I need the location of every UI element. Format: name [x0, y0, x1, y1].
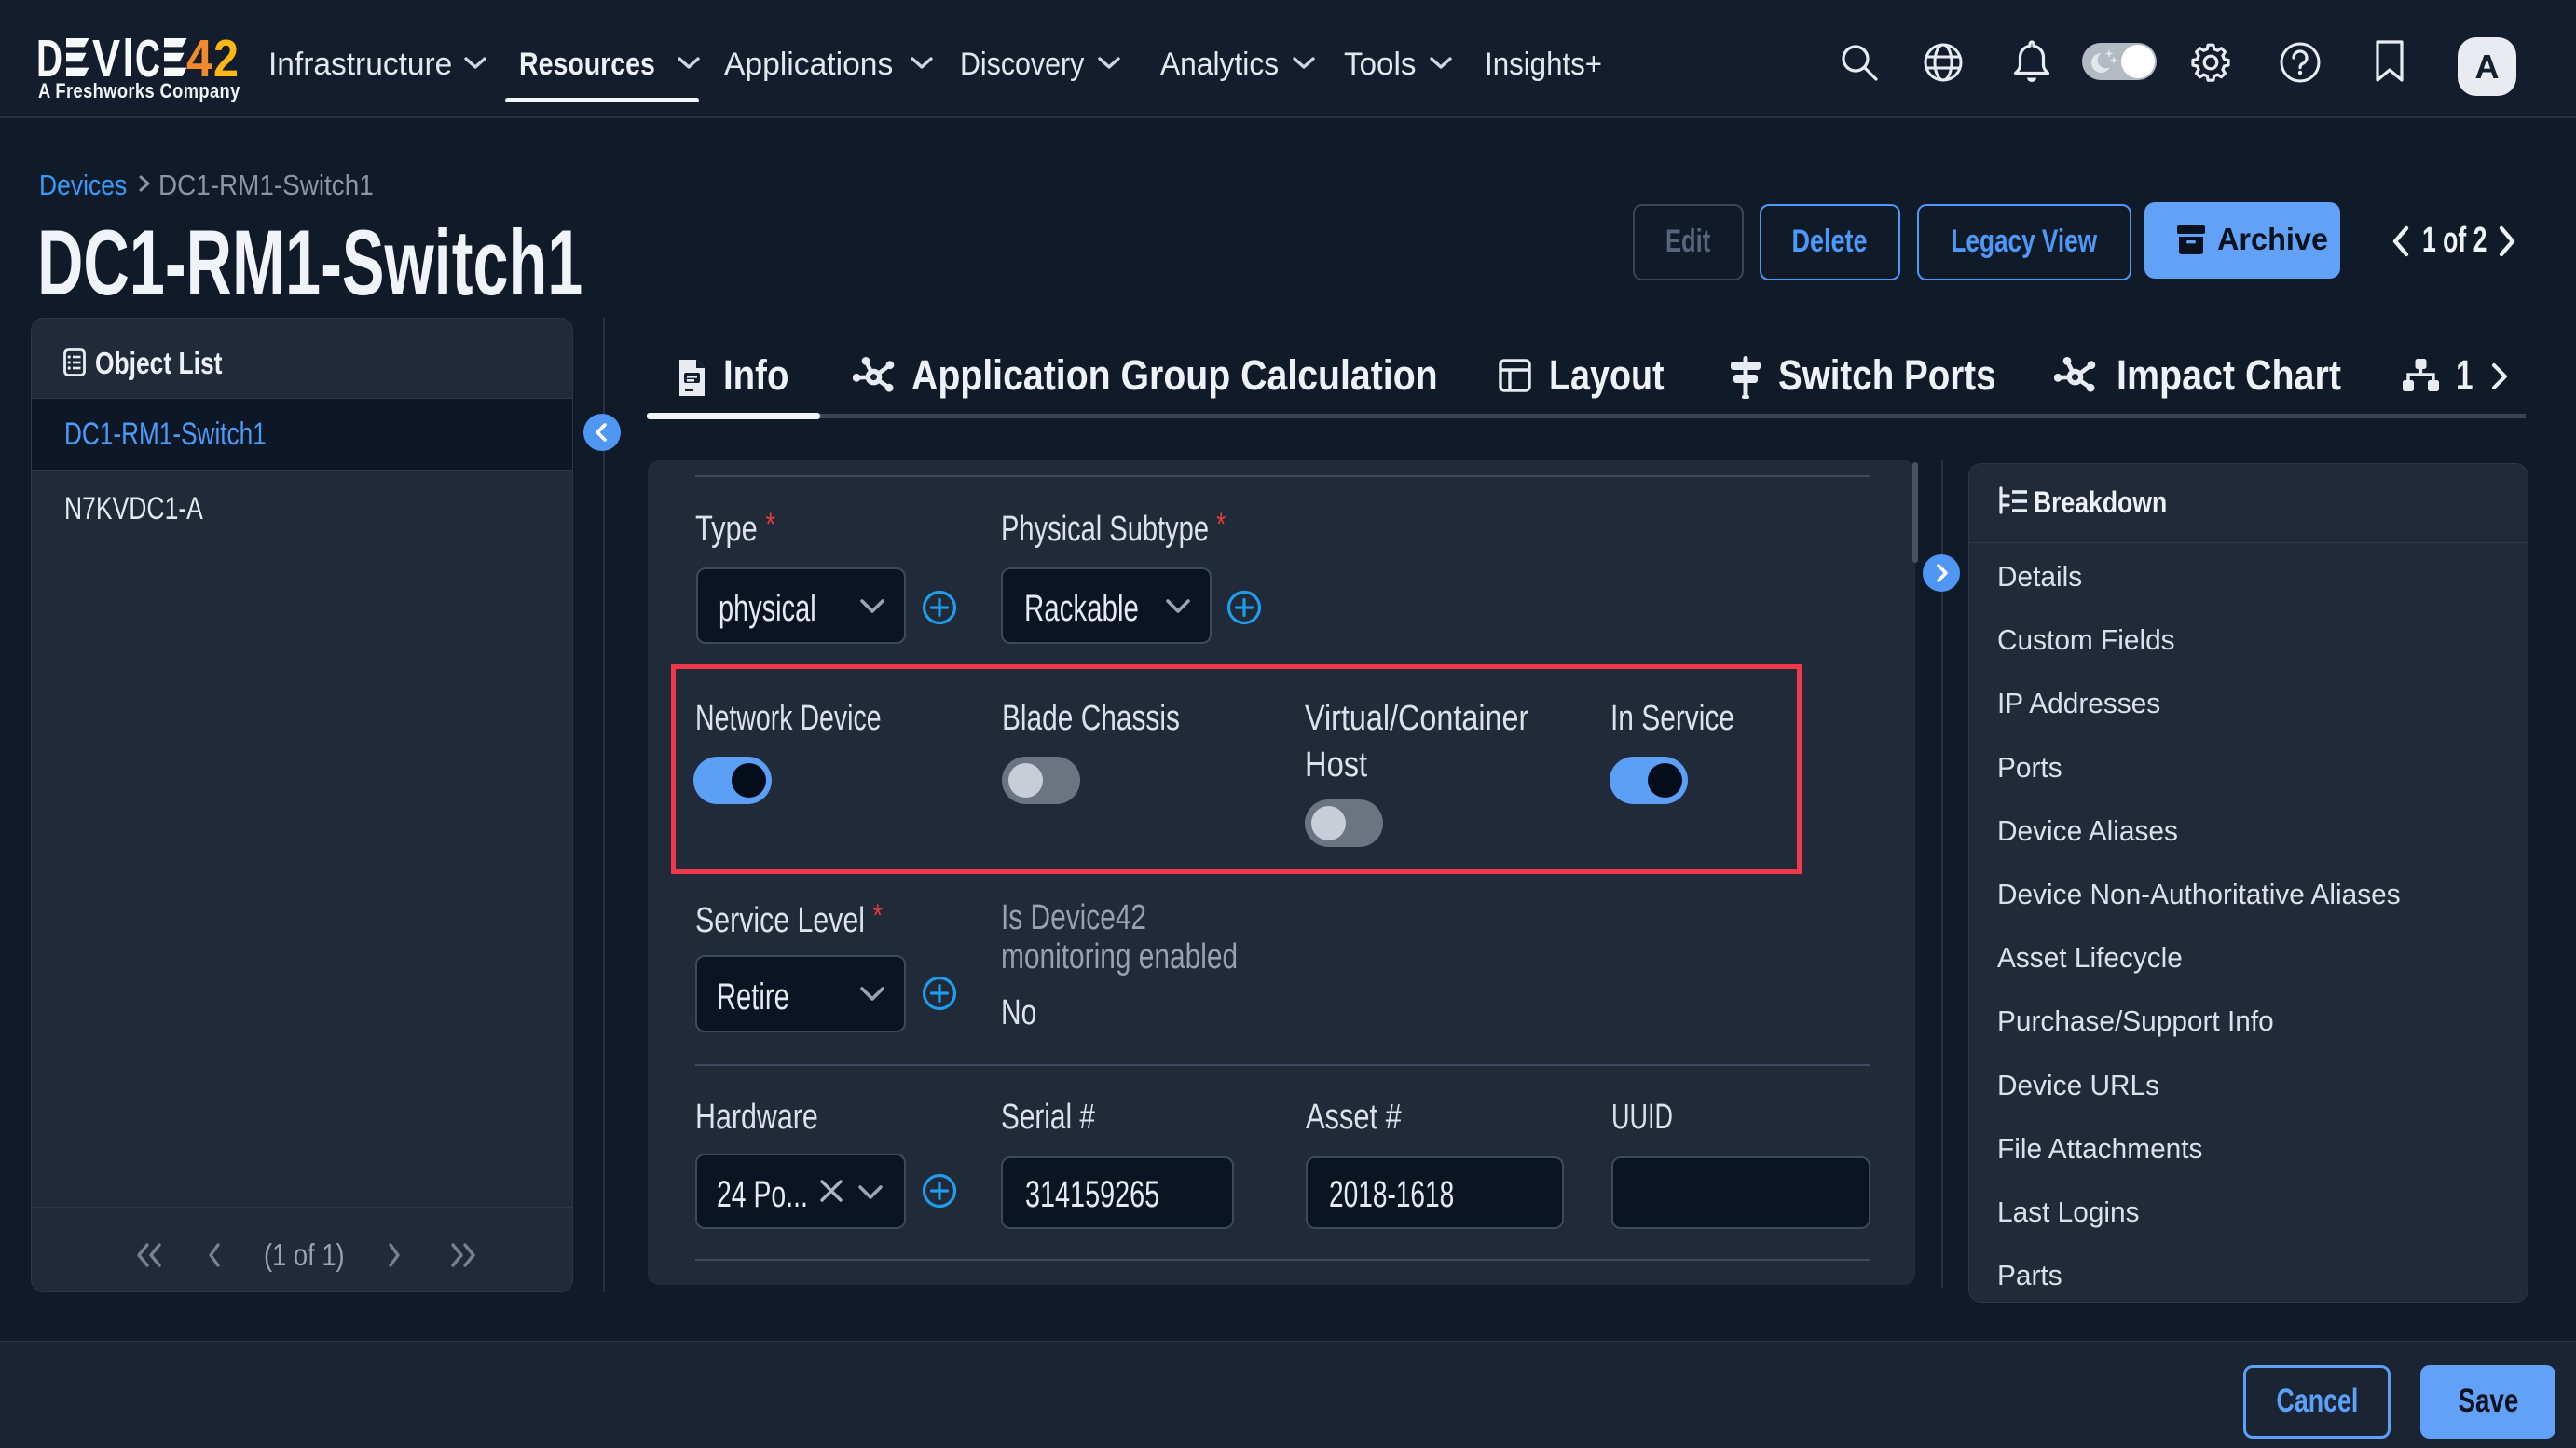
svg-text:4: 4 [186, 34, 212, 79]
svg-text:C: C [135, 34, 160, 79]
svg-text:D: D [37, 34, 62, 79]
svg-text:2: 2 [213, 34, 239, 79]
svg-text:V: V [92, 34, 120, 79]
